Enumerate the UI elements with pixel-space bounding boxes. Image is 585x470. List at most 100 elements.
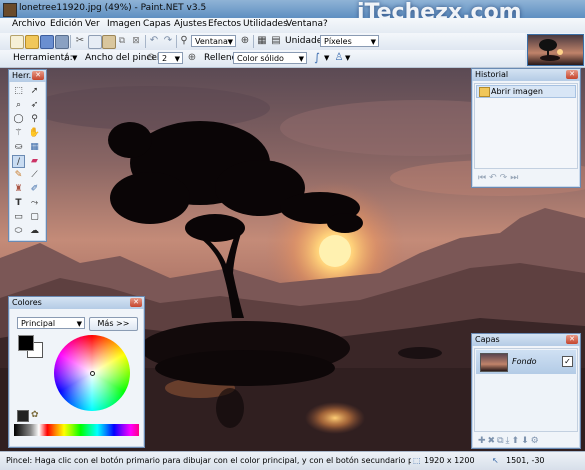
magic-wand-icon[interactable]: ⚚ (12, 127, 25, 140)
rewind-icon[interactable]: ⏮ (478, 173, 489, 183)
delete-layer-icon[interactable]: ✖ (488, 436, 498, 446)
move-down-icon[interactable]: ⬇ (521, 436, 531, 446)
menu-archivo[interactable]: Archivo (11, 19, 47, 29)
new-icon[interactable] (10, 35, 24, 49)
color-mode-select[interactable]: Principal ▼ (17, 317, 85, 329)
eraser-icon[interactable]: ▰ (28, 155, 41, 168)
title-bar: lonetree11920.jpg (49%) - Paint.NET v3.5… (0, 0, 585, 25)
save-icon[interactable] (40, 35, 54, 49)
redo-icon[interactable]: ↷ (162, 35, 174, 47)
menu-ver[interactable]: Ver (84, 19, 101, 29)
pan-icon[interactable]: ✋ (28, 127, 41, 140)
layers-list: Fondo ✓ (474, 348, 578, 432)
colors-panel-header[interactable]: Colores ✕ (9, 297, 144, 309)
primary-color-swatch[interactable] (18, 335, 34, 351)
crop-icon[interactable]: ⧉ (116, 35, 128, 47)
undo-icon[interactable]: ↶ (148, 35, 160, 47)
brush-width-select[interactable]: 2 ▼ (158, 52, 183, 64)
rect-select-icon[interactable]: ⬚ (12, 85, 25, 98)
history-list: Abrir imagen (474, 83, 578, 169)
color-picker-icon[interactable]: ⟋ (28, 169, 41, 182)
menu-utilidades[interactable]: Utilidades (242, 19, 289, 29)
menu-help[interactable]: ? (322, 19, 329, 29)
view-mode-select[interactable]: Ventana ▼ (191, 35, 236, 47)
ruler-icon[interactable]: ▤ (270, 35, 282, 47)
deselect-icon[interactable]: ⊠ (130, 35, 142, 47)
blend-mode-icon[interactable]: ♙ (333, 52, 345, 64)
increase-icon[interactable]: ⊕ (186, 52, 198, 64)
fast-forward-icon[interactable]: ⏭ (510, 173, 521, 183)
app-icon (3, 3, 17, 17)
tools-panel-header[interactable]: Herr... ✕ (9, 70, 46, 82)
chevron-down-icon[interactable]: ▼ (72, 54, 77, 62)
history-panel: Historial ✕ Abrir imagen ⏮↶↷⏭ (471, 68, 581, 188)
zoom-icon[interactable]: ⚲ (178, 35, 190, 47)
chevron-down-icon: ▼ (298, 55, 304, 63)
move-selection-icon[interactable]: ➚ (28, 85, 41, 98)
ellipse-icon[interactable]: ⬭ (12, 225, 25, 238)
units-select[interactable]: Píxeles ▼ (320, 35, 379, 47)
undo-icon[interactable]: ↶ (489, 173, 500, 183)
recolor-icon[interactable]: ✐ (28, 183, 41, 196)
color-palette-strip[interactable] (14, 424, 139, 436)
open-icon[interactable] (25, 35, 39, 49)
layers-panel-header[interactable]: Capas ✕ (472, 334, 580, 346)
add-layer-icon[interactable]: ✚ (478, 436, 488, 446)
duplicate-layer-icon[interactable]: ⧉ (497, 436, 505, 446)
fill-select[interactable]: Color sólido ▼ (233, 52, 307, 64)
lasso-icon[interactable]: ⌕ (12, 99, 25, 112)
menu-ajustes[interactable]: Ajustes (173, 19, 208, 29)
zoom-in-icon[interactable]: ⊕ (239, 35, 251, 47)
main-toolbar: ✂ ⧉ ⊠ ↶ ↷ ⚲ Ventana ▼ ⊕ ▦ ▤ Unidades: Píx… (0, 33, 525, 51)
text-tool-icon[interactable]: T (12, 197, 25, 210)
rectangle-icon[interactable]: ▭ (12, 211, 25, 224)
history-panel-header[interactable]: Historial ✕ (472, 69, 580, 81)
grid-icon[interactable]: ▦ (256, 35, 268, 47)
zoom-tool-icon[interactable]: ⚲ (28, 113, 41, 126)
close-icon[interactable]: ✕ (566, 335, 578, 344)
close-icon[interactable]: ✕ (32, 71, 44, 80)
move-pixels-icon[interactable]: ➶ (28, 99, 41, 112)
history-item[interactable]: Abrir imagen (476, 85, 576, 98)
black-white-icon[interactable] (17, 410, 29, 422)
clone-stamp-icon[interactable]: ♜ (12, 183, 25, 196)
color-wheel-cursor[interactable] (90, 371, 95, 376)
paint-bucket-icon[interactable]: ⛀ (12, 141, 25, 154)
menu-capas[interactable]: Capas (142, 19, 172, 29)
fill-value: Color sólido (237, 54, 284, 63)
rounded-rectangle-icon[interactable]: ▢ (28, 211, 41, 224)
chevron-down-icon[interactable]: ▼ (324, 54, 329, 62)
pencil-icon[interactable]: ✎ (12, 169, 25, 182)
close-icon[interactable]: ✕ (566, 70, 578, 79)
gradient-icon[interactable]: ▦ (28, 141, 41, 154)
ellipse-select-icon[interactable]: ◯ (12, 113, 25, 126)
color-wheel[interactable] (54, 335, 130, 411)
antialias-icon[interactable]: ∫ (311, 52, 323, 64)
menu-ventana[interactable]: Ventana (285, 19, 324, 29)
copy-icon[interactable] (88, 35, 102, 49)
more-colors-button[interactable]: Más >> (89, 317, 138, 331)
image-thumbnail[interactable] (527, 34, 584, 66)
image-tabs-strip (525, 33, 585, 68)
print-icon[interactable] (55, 35, 69, 49)
palette-icon[interactable]: ✿ (31, 410, 41, 420)
redo-icon[interactable]: ↷ (500, 173, 511, 183)
paste-icon[interactable] (102, 35, 116, 49)
menu-imagen[interactable]: Imagen (106, 19, 142, 29)
layer-properties-icon[interactable]: ⚙ (531, 436, 541, 446)
tools-panel: Herr... ✕ ⬚ ➚ ⌕ ➶ ◯ ⚲ ⚚ ✋ ⛀ ▦ ∕ ▰ ✎ ⟋ ♜ … (8, 69, 47, 242)
close-icon[interactable]: ✕ (130, 298, 142, 307)
menu-edicion[interactable]: Edición (49, 19, 84, 29)
layer-row[interactable]: Fondo ✓ (476, 350, 576, 374)
move-up-icon[interactable]: ⬆ (512, 436, 522, 446)
decrease-icon[interactable]: ⊖ (145, 52, 157, 64)
paintbrush-tool-icon[interactable]: ∕ (12, 155, 25, 168)
line-curve-icon[interactable]: ⤳ (28, 197, 41, 210)
chevron-down-icon[interactable]: ▼ (345, 54, 350, 62)
paintbrush-icon[interactable]: ∕ (60, 52, 72, 64)
layer-visibility-checkbox[interactable]: ✓ (562, 356, 573, 367)
cut-icon[interactable]: ✂ (74, 35, 86, 47)
menu-efectos[interactable]: Efectos (207, 19, 242, 29)
freeform-shape-icon[interactable]: ☁ (28, 225, 41, 238)
brush-width-value: 2 (162, 54, 168, 63)
